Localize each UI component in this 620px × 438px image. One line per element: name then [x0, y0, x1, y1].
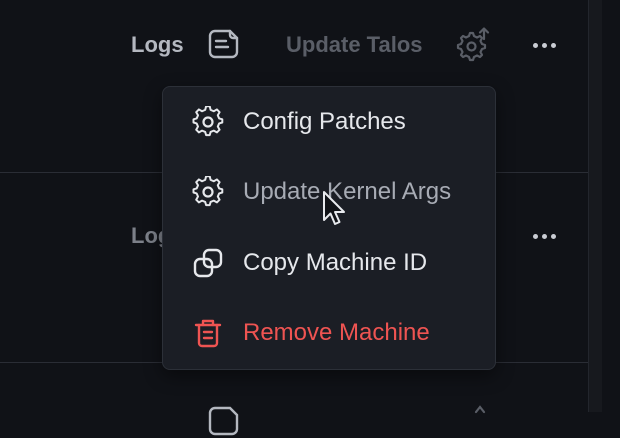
- logs-button[interactable]: Logs: [131, 34, 184, 56]
- gear-icon: [192, 106, 224, 137]
- mouse-cursor-icon: [323, 191, 345, 225]
- menu-item-remove-machine[interactable]: Remove Machine: [163, 305, 495, 361]
- menu-item-label: Copy Machine ID: [243, 249, 428, 276]
- menu-item-label: Remove Machine: [243, 319, 430, 346]
- trash-icon: [194, 319, 222, 348]
- file-icon[interactable]: [206, 27, 240, 61]
- copy-icon: [193, 248, 223, 278]
- more-actions-button[interactable]: [527, 226, 561, 246]
- scrollbar[interactable]: [588, 0, 602, 412]
- more-actions-button[interactable]: [527, 35, 561, 55]
- update-talos-button[interactable]: Update Talos: [286, 34, 423, 56]
- menu-item-copy-machine-id[interactable]: Copy Machine ID: [163, 235, 495, 291]
- gear-upload-icon[interactable]: [456, 26, 492, 62]
- menu-item-config-patches[interactable]: Config Patches: [163, 94, 495, 150]
- menu-item-label: Config Patches: [243, 108, 406, 135]
- gear-icon: [192, 176, 224, 207]
- gear-upload-icon[interactable]: [470, 404, 490, 414]
- file-icon[interactable]: [206, 404, 240, 438]
